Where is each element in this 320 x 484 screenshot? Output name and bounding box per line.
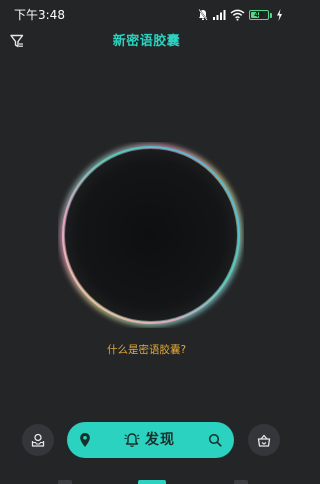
capsule-bag-icon xyxy=(257,434,271,447)
page-title: 新密语胶囊 xyxy=(112,34,181,49)
search-icon[interactable] xyxy=(208,433,222,447)
header: 新密语胶囊 xyxy=(0,30,293,54)
nav-hint-active xyxy=(138,480,166,484)
location-pin-icon[interactable] xyxy=(79,432,91,448)
wifi-icon xyxy=(230,9,245,21)
battery-icon: 49 xyxy=(249,10,272,20)
bell-icon xyxy=(124,433,140,447)
discover-center: 发现 xyxy=(123,430,175,450)
nav-hint-right xyxy=(234,480,248,484)
bottom-bar: 发现 xyxy=(0,420,293,460)
mute-icon xyxy=(198,9,208,21)
status-bar: 下午3:48 49 xyxy=(0,0,293,30)
orb-graphic xyxy=(60,144,242,326)
inbox-user-icon xyxy=(31,433,45,447)
charging-icon xyxy=(277,9,282,21)
status-time: 下午3:48 xyxy=(14,8,65,22)
what-is-capsule-link[interactable]: 什么是密语胶囊? xyxy=(0,343,293,357)
signal-icon xyxy=(213,10,226,20)
discover-label: 发现 xyxy=(145,432,175,448)
battery-level: 49 xyxy=(254,11,264,19)
capsule-bag-button[interactable] xyxy=(248,424,280,456)
inbox-button[interactable] xyxy=(22,424,54,456)
bottom-nav-hint xyxy=(0,474,293,484)
discover-button[interactable]: 发现 xyxy=(67,422,234,458)
nav-hint-left xyxy=(58,480,72,484)
status-icons: 49 xyxy=(198,8,283,22)
capsule-orb[interactable] xyxy=(58,142,244,328)
